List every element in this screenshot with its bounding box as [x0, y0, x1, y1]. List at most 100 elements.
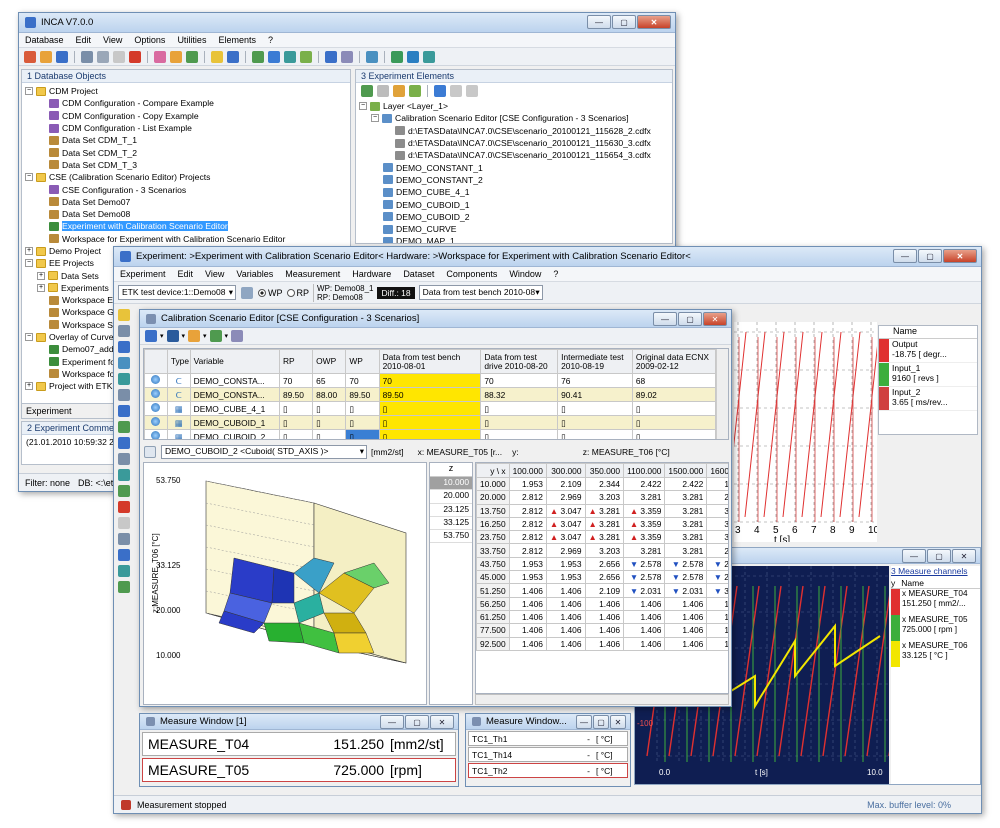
map-cell[interactable]: ▲ 3.281 — [584, 516, 625, 532]
menu-item[interactable]: Dataset — [397, 269, 440, 279]
sort-icon[interactable] — [434, 85, 446, 97]
experiment-element[interactable]: DEMO_CUBOID_2 — [359, 211, 669, 223]
map-cell[interactable]: 2.969 — [706, 543, 728, 558]
y-axis-value[interactable]: 51.250 — [476, 583, 510, 598]
side-tool-icon[interactable] — [118, 485, 130, 497]
osc1-channel[interactable]: Input_2 3.65 [ ms/rev... — [879, 387, 977, 411]
map-cell[interactable]: 2.422 — [664, 476, 708, 492]
scenario-cell[interactable]: ▯ — [631, 429, 717, 439]
apply-icon[interactable] — [209, 330, 222, 342]
experiment-element[interactable]: − Layer <Layer_1> — [359, 100, 669, 112]
measure-row[interactable]: TC1_Th2 -[ °C] — [468, 763, 628, 778]
mw2-maximize-button[interactable]: ▢ — [593, 715, 609, 729]
scenario-cell[interactable]: ▯ — [278, 415, 314, 430]
collapse-icon[interactable]: − — [25, 333, 33, 342]
map-cell[interactable]: ▼ 3.437 — [706, 583, 728, 598]
map-cell[interactable]: ▼ 2.344 — [706, 556, 728, 572]
map-cell[interactable]: ▲ 3.359 — [623, 516, 666, 532]
scenario-scrollbar[interactable] — [716, 349, 728, 439]
z-value[interactable]: 23.125 — [430, 504, 472, 517]
menu-item[interactable]: Edit — [172, 269, 200, 279]
map-cell[interactable]: 2.109 — [584, 583, 625, 598]
toolbar-button-icon[interactable] — [40, 50, 52, 63]
map-cell[interactable]: ▼ 2.344 — [706, 570, 728, 585]
mw2-minimize-button[interactable]: — — [576, 715, 592, 729]
toolbar-button-icon[interactable] — [423, 50, 435, 63]
y-axis-value[interactable]: 77.500 — [476, 623, 510, 638]
cse-maximize-button[interactable]: ▢ — [678, 312, 702, 326]
map-cell[interactable]: 1.406 — [664, 623, 708, 638]
scenario-cell[interactable]: ▯ — [480, 415, 559, 430]
toolbar-button-icon[interactable] — [56, 50, 68, 63]
add-icon[interactable] — [361, 85, 373, 97]
map-cell[interactable]: 1.953 — [508, 570, 547, 585]
scenario-cell[interactable]: ▯ — [345, 429, 380, 439]
map-cell[interactable]: ▼ 2.578 — [664, 570, 708, 585]
scenario-cell[interactable]: ▯ — [345, 415, 380, 430]
x-axis-value[interactable]: 350.000 — [584, 463, 625, 478]
y-axis-value[interactable]: 20.000 — [476, 490, 510, 505]
map-cell[interactable]: 1.406 — [623, 623, 666, 638]
map-cell[interactable]: 1.953 — [508, 476, 547, 492]
scenario-cell[interactable]: 70 — [480, 373, 559, 388]
z-value[interactable]: 20.000 — [430, 490, 472, 504]
menu-item[interactable]: Components — [440, 269, 503, 279]
mw1-close-button[interactable]: ✕ — [430, 715, 454, 729]
tree-item[interactable]: Data Set Demo07 — [25, 196, 347, 208]
map-cell[interactable]: 1.719 — [706, 636, 728, 651]
menu-item[interactable]: Database — [19, 35, 70, 45]
tree-item[interactable]: CSE Configuration - 3 Scenarios — [25, 183, 347, 195]
scenario-column-header[interactable]: RP — [278, 349, 314, 374]
x-axis-value[interactable]: 1600.000 — [706, 463, 728, 478]
expand-icon[interactable]: + — [25, 382, 33, 391]
scenario-cell[interactable]: ▯ — [378, 429, 482, 439]
scenario-row[interactable]: ᑕ DEMO_CONSTA... 89.50 88.00 89.50 89.50 88.32… — [144, 387, 717, 402]
close-button[interactable]: ✕ — [637, 15, 671, 29]
map-cell[interactable]: 1.406 — [706, 596, 728, 611]
map-cell[interactable]: 2.969 — [545, 543, 586, 558]
scenario-cell[interactable]: ▯ — [312, 429, 347, 439]
scenario-cell[interactable]: ▯ — [312, 415, 347, 430]
scenario-cell[interactable]: ▯ — [480, 401, 559, 416]
scenario-column-header[interactable]: Data from test bench 2010-08-01 — [378, 349, 482, 374]
measure-row[interactable]: TC1_Th14 -[ °C] — [468, 747, 628, 762]
toolbar-button-icon[interactable] — [300, 50, 312, 63]
osc2-close-button[interactable]: ✕ — [952, 549, 976, 563]
scenario-cell[interactable]: ▯ — [345, 401, 380, 416]
scenario-cell[interactable]: 68 — [631, 373, 717, 388]
map-cell[interactable]: 1.406 — [508, 596, 547, 611]
experiment-element[interactable]: DEMO_CONSTANT_1 — [359, 161, 669, 173]
tree-item[interactable]: − CSE (Calibration Scenario Editor) Proje… — [25, 171, 347, 183]
toolbar-button-icon[interactable] — [325, 50, 337, 63]
side-tool-icon[interactable] — [118, 357, 130, 369]
map-cell[interactable]: 2.422 — [623, 476, 666, 492]
experiment-element[interactable]: DEMO_CURVE — [359, 223, 669, 235]
scenario-cell[interactable]: DEMO_CONSTA... — [189, 387, 280, 402]
scenario-cell[interactable]: 70 — [378, 373, 482, 388]
map-cell[interactable]: ▲ 3.281 — [584, 503, 625, 518]
scenario-cell[interactable]: ▯ — [557, 401, 633, 416]
map-cell[interactable]: 1.406 — [545, 596, 586, 611]
toolbar-button-icon[interactable] — [227, 50, 239, 63]
map-cell[interactable]: ▲ 3.359 — [623, 503, 666, 518]
menu-item[interactable]: Options — [128, 35, 171, 45]
map-cell[interactable]: ▼ 2.578 — [623, 556, 666, 572]
y-axis-value[interactable]: 45.000 — [476, 570, 510, 585]
osc1-channel[interactable]: Input_1 9160 [ revs ] — [879, 363, 977, 387]
toolbar-button-icon[interactable] — [284, 50, 296, 63]
menu-item[interactable]: Hardware — [346, 269, 397, 279]
map-cell[interactable]: 3.203 — [706, 530, 728, 545]
variable-icon[interactable] — [409, 85, 421, 97]
dataset-select[interactable]: Data from test bench 2010-08 ▾ — [418, 285, 543, 300]
map-cell[interactable]: 3.281 — [664, 490, 708, 505]
toolbar-button-icon[interactable] — [341, 50, 353, 63]
menu-item[interactable]: View — [97, 35, 128, 45]
map-cell[interactable]: 1.406 — [664, 596, 708, 611]
compare-icon[interactable] — [231, 330, 244, 342]
scenario-cell[interactable]: ▯ — [278, 401, 314, 416]
osc2-minimize-button[interactable]: — — [902, 549, 926, 563]
side-tool-icon[interactable] — [118, 469, 130, 481]
osc2-channel[interactable]: x MEASURE_T05 725.000 [ rpm ] — [891, 615, 980, 641]
ws-close-button[interactable]: ✕ — [943, 249, 977, 263]
side-tool-icon[interactable] — [118, 501, 130, 513]
